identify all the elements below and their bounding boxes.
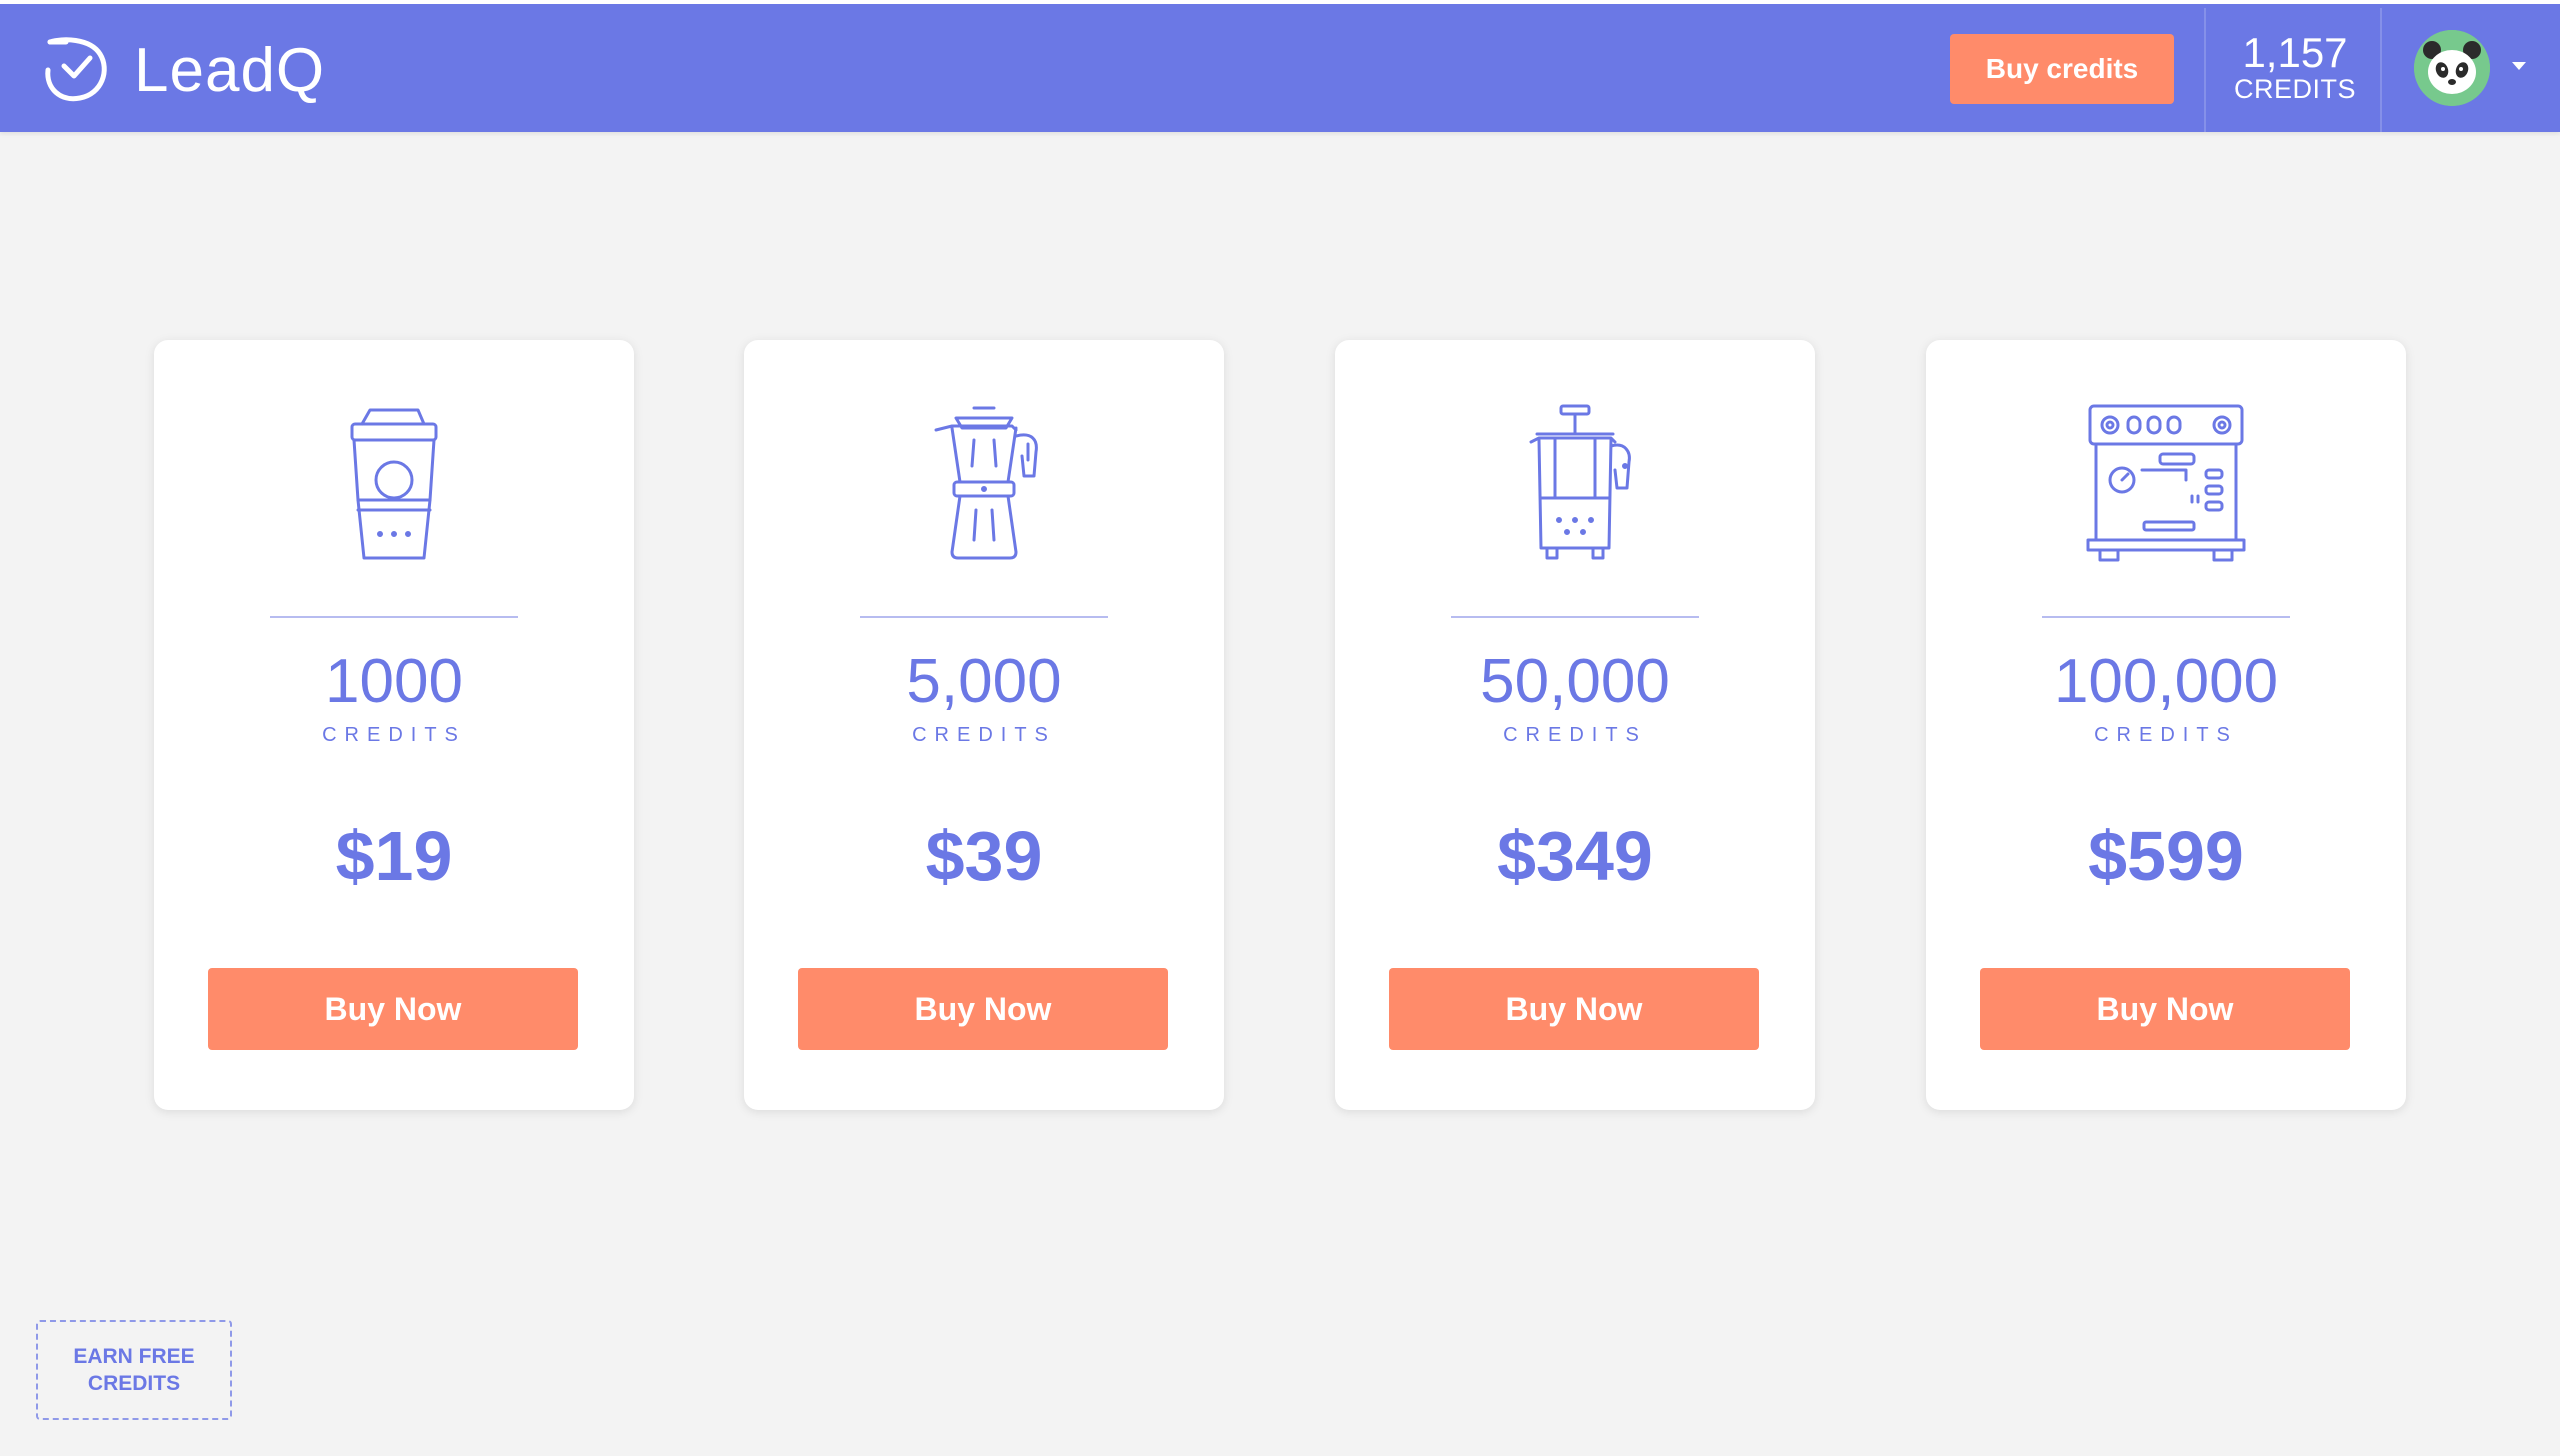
caret-down-icon[interactable] [2512,62,2526,70]
credits-balance: 1,157 CREDITS [2206,32,2384,103]
credit-unit: CREDITS [322,724,466,746]
package-price: $39 [925,817,1043,895]
moka-pot-icon [884,400,1084,580]
credit-unit: CREDITS [912,724,1056,746]
panda-avatar-icon [2414,30,2490,106]
package-price: $19 [335,817,453,895]
pricing-card-50000: 50,000 CREDITS $349 Buy Now [1335,340,1815,1110]
pricing-card-5000: 5,000 CREDITS $39 Buy Now [744,340,1224,1110]
credit-amount: 100,000 [2053,647,2279,716]
credit-amount: 5,000 [906,647,1062,716]
credit-amount: 50,000 [1480,647,1670,716]
buy-now-button[interactable]: Buy Now [798,968,1168,1050]
coffee-cup-icon [294,400,494,580]
card-divider [1451,616,1699,618]
card-divider [2042,616,2290,618]
clock-check-icon [38,30,114,111]
card-divider [860,616,1108,618]
buy-now-button[interactable]: Buy Now [208,968,578,1050]
earn-free-credits-button[interactable]: EARN FREE CREDITS [36,1320,232,1420]
buy-now-button[interactable]: Buy Now [1389,968,1759,1050]
credits-count: 1,157 [2242,29,2348,76]
buy-now-button[interactable]: Buy Now [1980,968,2350,1050]
brand-logo-link[interactable]: LeadQ [38,32,325,108]
credit-unit: CREDITS [1503,724,1647,746]
card-divider [270,616,518,618]
credits-label: CREDITS [2233,74,2356,104]
user-avatar[interactable] [2414,30,2490,106]
package-price: $599 [2088,817,2244,895]
pricing-card-100000: 100,000 CREDITS $599 Buy Now [1926,340,2406,1110]
header-divider [2380,8,2382,132]
espresso-machine-icon [2066,400,2266,580]
top-navigation-bar: LeadQ Buy credits 1,157 CREDITS [0,0,2560,132]
buy-credits-button[interactable]: Buy credits [1950,34,2174,104]
brand-name: LeadQ [134,35,326,105]
french-press-icon [1475,400,1675,580]
credit-unit: CREDITS [2094,724,2238,746]
credit-amount: 1000 [325,647,463,716]
pricing-card-1000: 1000 CREDITS $19 Buy Now [154,340,634,1110]
package-price: $349 [1497,817,1653,895]
